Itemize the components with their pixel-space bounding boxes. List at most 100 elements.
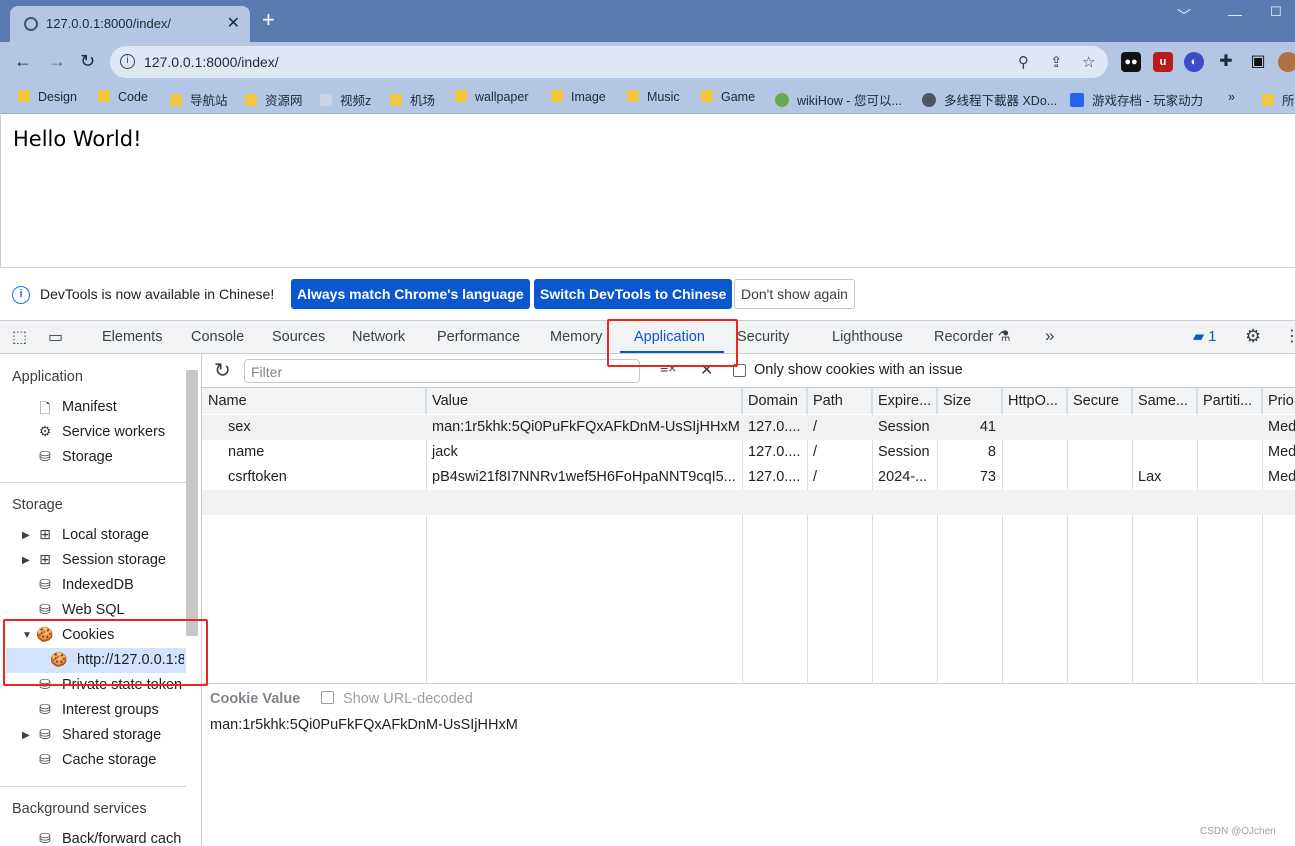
maximize-icon[interactable]: ☐ (1270, 4, 1282, 20)
sidebar-item-interest-groups[interactable]: Interest groups (62, 702, 159, 718)
column-header-expires[interactable]: Expire... (872, 388, 937, 414)
device-toolbar-icon[interactable]: ▭ (48, 327, 63, 347)
more-tabs-chevron[interactable]: » (1045, 326, 1054, 346)
bookmark-wikihow[interactable]: wikiHow - 您可以... (775, 90, 902, 109)
table-row[interactable]: sex man:1r5khk:5Qi0PuFkFQxAFkDnM-UsSIjHH… (202, 415, 1295, 440)
column-header-samesite[interactable]: Same... (1132, 388, 1197, 414)
column-header-name[interactable]: Name (202, 388, 426, 414)
tab-console[interactable]: Console (191, 329, 244, 345)
avatar[interactable] (1278, 52, 1295, 72)
kebab-menu-icon[interactable]: ⋮ (1284, 326, 1295, 346)
side-panel-icon[interactable]: ▣ (1248, 52, 1268, 72)
bookmark-wallpaper[interactable]: wallpaper (455, 90, 529, 104)
star-icon[interactable]: ☆ (1082, 53, 1095, 71)
table-row[interactable]: name jack 127.0.... / Session 8 Med (202, 440, 1295, 465)
cell-priority: Med (1268, 419, 1295, 435)
cookie-value-text[interactable]: man:1r5khk:5Qi0PuFkFQxAFkDnM-UsSIjHHxM (210, 717, 518, 733)
bookmark-saves[interactable]: 游戏存档 - 玩家动力 (1070, 90, 1203, 109)
bookmark-design[interactable]: Design (18, 90, 77, 104)
dont-show-again-button[interactable]: Don't show again (734, 279, 855, 309)
bookmark-nav[interactable]: 导航站 (170, 90, 228, 109)
watermark: CSDN @OJchen (1200, 826, 1276, 837)
browser-tab[interactable]: 127.0.0.1:8000/index/ ✕ (10, 6, 250, 42)
bookmark-overflow[interactable]: 所 (1262, 90, 1295, 109)
folder-icon (701, 90, 713, 102)
table-row[interactable]: csrftoken pB4swi21f8I7NNRv1wef5H6FoHpaNN… (202, 465, 1295, 490)
column-header-size[interactable]: Size (937, 388, 1002, 414)
zoom-icon[interactable]: ⚲ (1018, 53, 1029, 71)
tab-network[interactable]: Network (352, 329, 405, 345)
bookmark-video[interactable]: 视频z (320, 90, 371, 109)
puzzle-icon[interactable]: ✚ (1216, 52, 1236, 72)
reload-icon[interactable]: ↻ (80, 51, 95, 72)
expand-triangle-icon[interactable]: ▶ (22, 555, 30, 566)
sidebar-scrollbar[interactable] (186, 370, 198, 636)
url-decoded-checkbox[interactable] (321, 691, 334, 704)
tab-elements[interactable]: Elements (102, 329, 162, 345)
sidebar-item-cache-storage[interactable]: Cache storage (62, 752, 156, 768)
expand-triangle-icon[interactable]: ▶ (22, 530, 30, 541)
message-icon: ▰ (1193, 329, 1205, 345)
folder-icon (18, 90, 30, 102)
sidebar-item-indexeddb[interactable]: IndexedDB (62, 577, 134, 593)
expand-triangle-icon[interactable]: ▶ (22, 730, 30, 741)
cookies-table: Name Value Domain Path Expire... Size Ht… (202, 388, 1295, 684)
more-bookmarks-chevron[interactable]: » (1228, 90, 1235, 104)
extension-icon[interactable]: ◐ (1184, 52, 1204, 72)
ublock-icon[interactable]: u (1153, 52, 1173, 72)
share-icon[interactable]: ⇪ (1050, 53, 1063, 71)
match-language-button[interactable]: Always match Chrome's language (291, 279, 530, 309)
settings-gear-icon[interactable]: ⚙ (1245, 326, 1261, 347)
url-text[interactable]: 127.0.0.1:8000/index/ (144, 54, 279, 70)
application-sidebar: Application 🗋 Manifest ⚙ Service workers… (0, 354, 202, 846)
filter-input[interactable]: Filter (244, 359, 640, 383)
issues-counter[interactable]: ▰ 1 (1193, 329, 1216, 345)
inspect-element-icon[interactable]: ⬚ (12, 327, 27, 347)
database-icon: ⛁ (39, 751, 51, 767)
chevron-down-icon[interactable]: ﹀ (1177, 6, 1191, 26)
tab-performance[interactable]: Performance (437, 329, 520, 345)
sidebar-item-session-storage[interactable]: Session storage (62, 552, 166, 568)
sidebar-item-service-workers[interactable]: Service workers (62, 424, 165, 440)
info-icon: i (12, 286, 30, 304)
column-header-priority[interactable]: Prio (1262, 388, 1295, 414)
sidebar-item-back-forward-cache[interactable]: Back/forward cach (62, 831, 181, 846)
minimize-icon[interactable]: — (1228, 6, 1242, 22)
highlight-cookies (3, 619, 208, 686)
bookmark-image[interactable]: Image (551, 90, 606, 104)
refresh-icon[interactable]: ↻ (214, 358, 231, 383)
address-bar[interactable]: i 127.0.0.1:8000/index/ ⚲ ⇪ ☆ (110, 46, 1108, 78)
sidebar-item-storage[interactable]: Storage (62, 449, 113, 465)
forward-arrow-icon[interactable]: → (48, 51, 66, 72)
bookmark-resources[interactable]: 资源网 (245, 90, 303, 109)
site-info-icon[interactable]: i (120, 54, 135, 69)
close-tab-icon[interactable]: ✕ (227, 13, 240, 33)
sidebar-item-web-sql[interactable]: Web SQL (62, 602, 125, 618)
bookmark-code[interactable]: Code (98, 90, 148, 104)
bookmark-music[interactable]: Music (627, 90, 680, 104)
column-header-secure[interactable]: Secure (1067, 388, 1132, 414)
sidebar-item-shared-storage[interactable]: Shared storage (62, 727, 161, 743)
bookmark-xdown[interactable]: 多线程下載器 XDo... (922, 90, 1057, 109)
column-header-domain[interactable]: Domain (742, 388, 807, 414)
site-icon (1070, 93, 1084, 107)
bookmark-game[interactable]: Game (701, 90, 755, 104)
sidebar-item-manifest[interactable]: Manifest (62, 399, 117, 415)
column-header-httponly[interactable]: HttpO... (1002, 388, 1067, 414)
back-arrow-icon[interactable]: ← (14, 51, 32, 72)
column-header-path[interactable]: Path (807, 388, 872, 414)
cell-priority: Med (1268, 469, 1295, 485)
cell-samesite: Lax (1138, 469, 1162, 485)
new-tab-button[interactable]: + (262, 9, 275, 31)
column-header-value[interactable]: Value (426, 388, 742, 414)
tab-recorder[interactable]: Recorder ⚗ (934, 329, 1011, 345)
bookmark-airport[interactable]: 机场 (390, 90, 435, 109)
column-header-partition[interactable]: Partiti... (1197, 388, 1262, 414)
tab-sources[interactable]: Sources (272, 329, 325, 345)
sidebar-item-local-storage[interactable]: Local storage (62, 527, 149, 543)
switch-chinese-button[interactable]: Switch DevTools to Chinese (534, 279, 733, 309)
extension-icon[interactable]: ●● (1121, 52, 1141, 72)
tab-lighthouse[interactable]: Lighthouse (832, 329, 903, 345)
tab-memory[interactable]: Memory (550, 329, 602, 345)
tab-security[interactable]: Security (737, 329, 789, 345)
